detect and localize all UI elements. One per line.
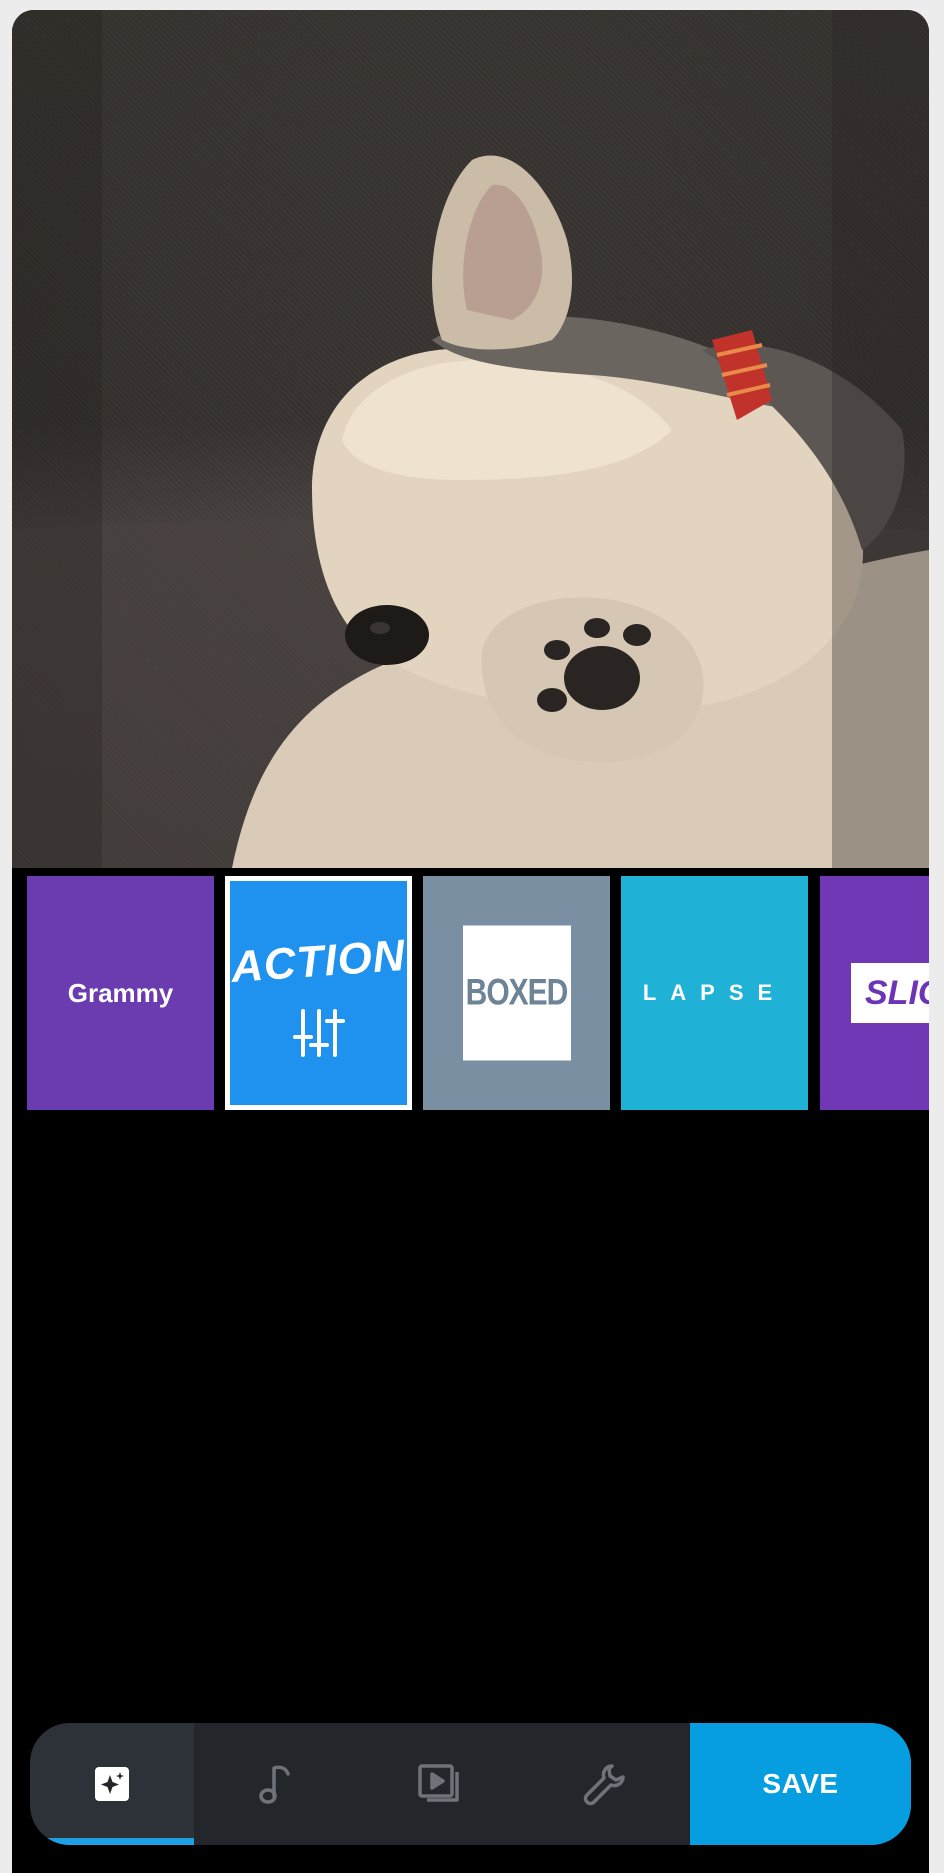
save-button[interactable]: SAVE xyxy=(690,1723,911,1845)
app-screen: Grammy ACTION BOXED LAPSE SLIC xyxy=(12,10,929,1873)
tab-clips[interactable] xyxy=(358,1723,522,1845)
tab-themes[interactable] xyxy=(30,1723,194,1845)
video-preview[interactable] xyxy=(12,10,929,868)
filter-label: BOXED xyxy=(462,925,571,1061)
filter-slice[interactable]: SLIC xyxy=(820,876,929,1110)
wrench-icon xyxy=(583,1764,625,1806)
filter-carousel[interactable]: Grammy ACTION BOXED LAPSE SLIC xyxy=(12,876,929,1114)
preview-image xyxy=(12,10,929,868)
filter-lapse[interactable]: LAPSE xyxy=(621,876,808,1110)
filter-grammy[interactable]: Grammy xyxy=(27,876,214,1110)
filter-label: SLIC xyxy=(851,963,929,1023)
tab-music[interactable] xyxy=(194,1723,358,1845)
editor-toolbar: SAVE xyxy=(30,1723,911,1845)
filter-label: LAPSE xyxy=(642,980,787,1005)
filter-boxed[interactable]: BOXED xyxy=(423,876,610,1110)
filter-label: Grammy xyxy=(67,977,174,1008)
sparkle-icon xyxy=(95,1767,129,1801)
filter-action[interactable]: ACTION xyxy=(225,876,412,1110)
video-clips-icon xyxy=(418,1764,459,1802)
music-note-icon xyxy=(259,1765,290,1804)
filter-label: ACTION xyxy=(229,930,408,993)
tab-settings[interactable] xyxy=(522,1723,686,1845)
sliders-icon[interactable] xyxy=(292,1007,345,1059)
